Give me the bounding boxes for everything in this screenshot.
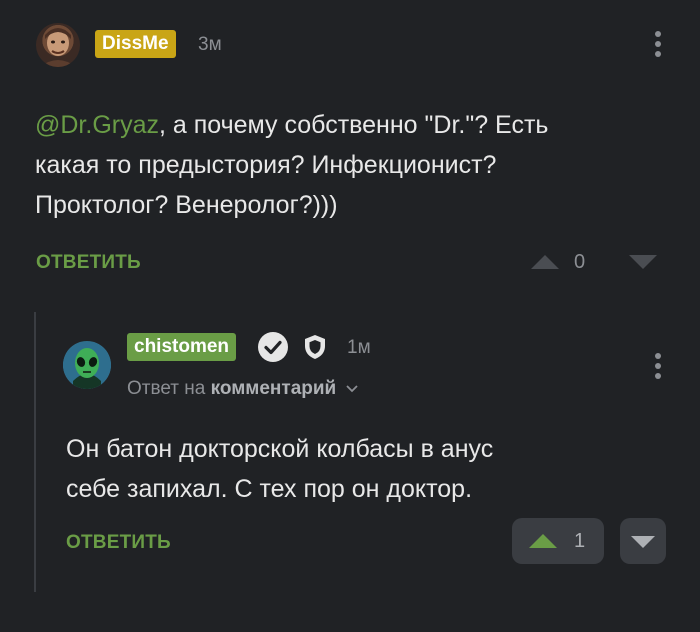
reply-text-line1: Он батон докторской колбасы в анус (66, 435, 494, 463)
reply-button[interactable]: ОТВЕТИТЬ (36, 252, 141, 274)
shield-icon (302, 333, 328, 361)
user-avatar-image (40, 28, 76, 67)
downvote-button[interactable] (620, 518, 666, 564)
verified-icon (257, 331, 289, 363)
comment-text-line1: , а почему собственно "Dr."? Есть (159, 111, 549, 139)
reply-time: 1м (347, 337, 371, 358)
arrow-up-icon (531, 255, 559, 269)
comment-text: @Dr.Gryaz, а почему собственно "Dr."? Ес… (35, 105, 675, 225)
downvote-button[interactable] (628, 254, 658, 270)
username-badge[interactable]: DissMe (95, 30, 176, 58)
alien-avatar-image (63, 341, 111, 389)
thread-line[interactable] (34, 312, 36, 592)
more-options-icon[interactable] (655, 31, 661, 61)
user-mention-link[interactable]: @Dr.Gryaz (35, 111, 159, 139)
vote-count: 0 (574, 251, 586, 273)
arrow-down-icon (631, 536, 655, 548)
reply-username-badge[interactable]: chistomen (127, 333, 237, 361)
upvote-button-active[interactable]: 1 (512, 518, 604, 564)
comment-time: 3м (198, 34, 222, 55)
reply-to-link[interactable]: комментарий (211, 378, 337, 399)
reply-text-line2: себе запихал. С тех пор он доктор. (66, 475, 473, 503)
upvote-button[interactable] (530, 254, 560, 270)
reply-text: Он батон докторской колбасы в анус себе … (66, 429, 666, 509)
reply-more-options-icon[interactable] (655, 353, 661, 383)
comment-text-line3: Проктолог? Венеролог?))) (35, 191, 338, 219)
chevron-down-icon[interactable] (345, 384, 359, 394)
reply-avatar[interactable] (63, 341, 111, 389)
comment-text-line2: какая то предыстория? Инфекционист? (35, 151, 497, 179)
arrow-up-icon (529, 534, 557, 548)
arrow-down-icon (629, 255, 657, 269)
reply-reply-button[interactable]: ОТВЕТИТЬ (66, 532, 171, 554)
reply-vote-count: 1 (574, 530, 586, 552)
reply-to-meta: Ответ на комментарий (127, 378, 359, 400)
avatar[interactable] (36, 23, 80, 67)
reply-to-prefix: Ответ на (127, 378, 206, 399)
